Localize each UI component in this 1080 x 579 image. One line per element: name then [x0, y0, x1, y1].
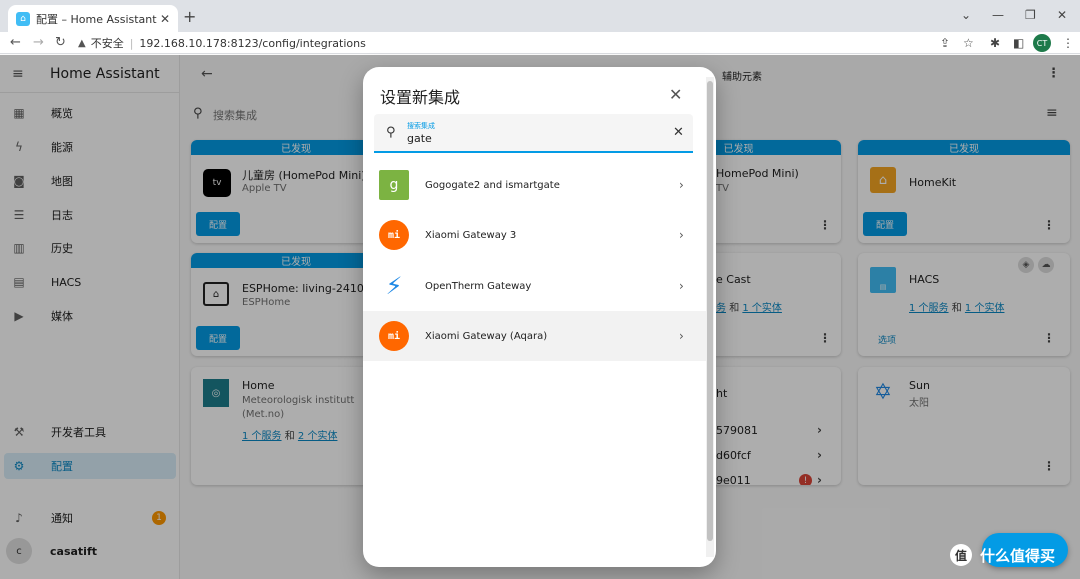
minimize-icon[interactable]: — [992, 8, 1004, 22]
browser-tab-bar: ⌂ 配置 – Home Assistant ✕ + ⌄ — ❐ ✕ [0, 0, 1080, 32]
clear-search-icon[interactable]: ✕ [673, 125, 684, 140]
integration-result-xiaomi-gateway-3[interactable]: mi Xiaomi Gateway 3 › [363, 210, 706, 260]
restore-icon[interactable]: ❐ [1025, 8, 1036, 22]
integration-result-opentherm[interactable]: ⚡ OpenTherm Gateway › [363, 261, 706, 311]
result-name: Xiaomi Gateway 3 [425, 229, 517, 241]
home-assistant-favicon-icon: ⌂ [16, 11, 30, 26]
result-name: Gogogate2 and ismartgate [425, 179, 560, 191]
url-text: 192.168.10.178:8123/config/integrations [139, 36, 366, 50]
search-value: gate [407, 132, 432, 145]
dialog-title: 设置新集成 [380, 88, 461, 107]
integration-result-gogogate[interactable]: g Gogogate2 and ismartgate › [363, 160, 706, 210]
address-bar: ← → ↻ ▲ 不安全 | 192.168.10.178:8123/config… [0, 32, 1080, 54]
opentherm-logo-icon: ⚡ [385, 272, 403, 300]
warning-icon: ▲ [78, 37, 86, 49]
extensions-icon[interactable]: ✱ [990, 36, 1000, 50]
back-icon[interactable]: ← [10, 35, 21, 50]
chevron-right-icon: › [679, 279, 684, 293]
xiaomi-logo-icon: mi [379, 220, 409, 250]
share-icon[interactable]: ⇪ [940, 36, 950, 50]
integration-result-xiaomi-aqara[interactable]: mi Xiaomi Gateway (Aqara) › [363, 311, 706, 361]
chevron-right-icon: › [679, 228, 684, 242]
xiaomi-logo-icon: mi [379, 321, 409, 351]
search-icon: ⚲ [386, 125, 396, 140]
watermark-logo-icon: 值 [950, 544, 972, 566]
result-name: Xiaomi Gateway (Aqara) [425, 330, 548, 342]
tab-title: 配置 – Home Assistant [36, 12, 157, 26]
dialog-scrollbar-thumb[interactable] [707, 81, 713, 541]
reload-icon[interactable]: ↻ [55, 35, 66, 50]
bookmark-star-icon[interactable]: ☆ [963, 36, 974, 50]
search-floating-label: 搜索集成 [407, 122, 435, 130]
watermark: 值 什么值得买 [950, 544, 1055, 566]
tab-close-icon[interactable]: ✕ [160, 12, 170, 26]
security-label: 不安全 [90, 37, 124, 50]
window-close-icon[interactable]: ✕ [1057, 8, 1067, 22]
profile-avatar[interactable]: CT [1033, 34, 1051, 52]
chevron-right-icon: › [679, 329, 684, 343]
chevron-right-icon: › [679, 178, 684, 192]
close-icon[interactable]: ✕ [669, 85, 682, 104]
forward-icon[interactable]: → [33, 35, 44, 50]
setup-integration-dialog: 设置新集成 ✕ ⚲ 搜索集成 gate ✕ g Gogogate2 and is… [363, 67, 716, 567]
side-panel-icon[interactable]: ◧ [1013, 36, 1024, 50]
watermark-text: 什么值得买 [980, 546, 1056, 565]
result-name: OpenTherm Gateway [425, 280, 532, 292]
gogogate-logo-icon: g [379, 170, 409, 200]
new-tab-icon[interactable]: + [183, 7, 196, 26]
tab-search-chevron-down-icon[interactable]: ⌄ [961, 8, 971, 22]
browser-tab[interactable]: ⌂ 配置 – Home Assistant ✕ [8, 5, 178, 32]
integration-search-input[interactable]: ⚲ 搜索集成 gate ✕ [374, 114, 693, 153]
chrome-menu-icon[interactable]: ⋮ [1062, 36, 1074, 50]
url-field[interactable]: ▲ 不安全 | 192.168.10.178:8123/config/integ… [78, 34, 928, 52]
